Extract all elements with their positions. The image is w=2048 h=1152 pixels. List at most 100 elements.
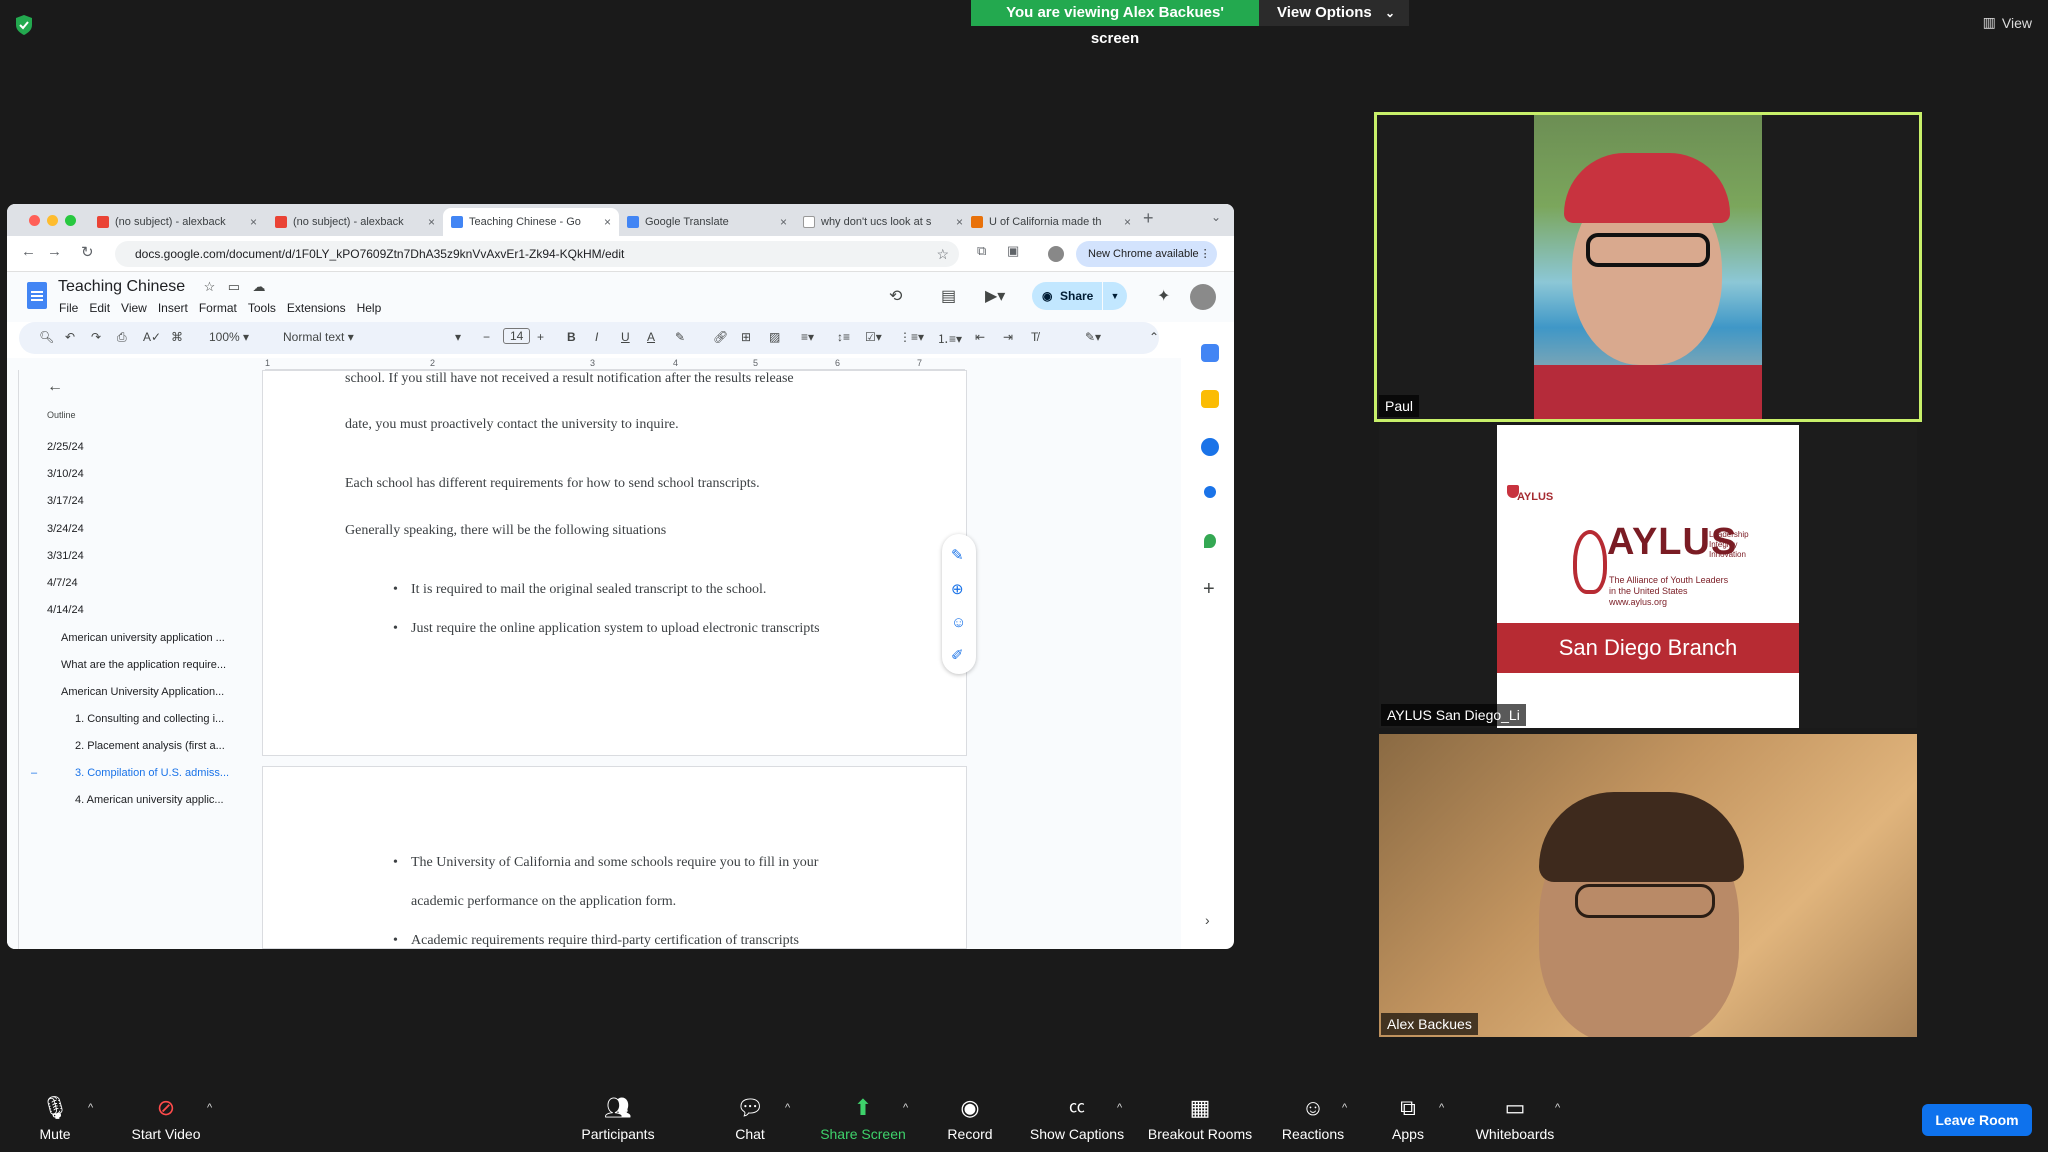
increase-indent-icon[interactable]: ⇥ xyxy=(1003,330,1013,344)
view-options-button[interactable]: View Options ⌄ xyxy=(1259,0,1409,26)
line-spacing-icon[interactable]: ↕≡ xyxy=(837,330,850,344)
version-history-icon[interactable]: ⟲ xyxy=(889,286,902,306)
italic-icon[interactable]: I xyxy=(595,330,598,344)
outline-item[interactable]: 3/10/24 xyxy=(47,468,84,480)
decrease-font-size-icon[interactable]: − xyxy=(483,330,490,344)
contacts-icon[interactable] xyxy=(1204,486,1216,498)
share-dropdown-icon[interactable]: ▼ xyxy=(1103,282,1127,310)
outline-item[interactable]: American university application ... xyxy=(61,632,247,644)
back-arrow-icon[interactable]: ← xyxy=(21,243,36,260)
increase-font-size-icon[interactable]: + xyxy=(537,330,544,344)
participants-button[interactable]: 👥︎ 3 Participants xyxy=(563,1094,673,1142)
style-select[interactable]: Normal text ▾ xyxy=(283,330,354,344)
decrease-indent-icon[interactable]: ⇤ xyxy=(975,330,985,344)
suggest-edits-icon[interactable]: ✐ xyxy=(951,646,964,664)
keep-icon[interactable] xyxy=(1201,390,1219,408)
reactions-button[interactable]: ☺ Reactions xyxy=(1258,1094,1368,1142)
menu-tools[interactable]: Tools xyxy=(248,301,276,315)
spellcheck-icon[interactable]: A✓ xyxy=(143,330,161,344)
menu-edit[interactable]: Edit xyxy=(89,301,110,315)
google-docs-logo-icon[interactable] xyxy=(27,282,47,309)
reactions-options-caret-icon[interactable]: ^ xyxy=(1342,1102,1347,1114)
gemini-sparkle-icon[interactable]: ✦ xyxy=(1157,286,1170,306)
add-comment-icon[interactable]: ⊞ xyxy=(741,330,751,344)
new-chrome-available-button[interactable]: New Chrome available ⋮ xyxy=(1076,241,1217,267)
forward-arrow-icon[interactable]: → xyxy=(47,243,62,260)
participant-tile-paul[interactable]: Paul xyxy=(1374,112,1922,422)
share-screen-button[interactable]: ⬆ Share Screen xyxy=(808,1094,918,1142)
outline-item[interactable]: 4. American university applic... xyxy=(75,794,247,806)
menu-insert[interactable]: Insert xyxy=(158,301,188,315)
meet-icon[interactable]: ▶▾ xyxy=(985,286,1005,306)
browser-tab[interactable]: U of California made th × xyxy=(963,208,1139,236)
close-tab-icon[interactable]: × xyxy=(604,208,611,236)
zoom-select[interactable]: 100% ▾ xyxy=(209,330,249,344)
document-page[interactable]: The University of California and some sc… xyxy=(262,766,967,949)
redo-icon[interactable]: ↷ xyxy=(91,330,101,344)
font-size-input[interactable]: 14 xyxy=(503,328,531,344)
profile-avatar[interactable] xyxy=(1048,246,1064,262)
maps-icon[interactable] xyxy=(1204,534,1216,548)
chat-options-caret-icon[interactable]: ^ xyxy=(785,1102,790,1114)
outline-item[interactable]: 3/31/24 xyxy=(47,550,84,562)
browser-tab-active[interactable]: Teaching Chinese - Go × xyxy=(443,208,619,236)
side-panel-icon[interactable]: ▣ xyxy=(1007,243,1019,259)
close-tab-icon[interactable]: × xyxy=(250,208,257,236)
leave-room-button[interactable]: Leave Room xyxy=(1922,1104,2032,1136)
hide-menus-icon[interactable]: ⌃ xyxy=(1149,330,1159,344)
outline-item[interactable]: American University Application... xyxy=(61,686,247,698)
start-video-button[interactable]: ⊘ Start Video xyxy=(111,1094,221,1142)
back-arrow-icon[interactable]: ← xyxy=(47,378,63,396)
text-color-icon[interactable]: A xyxy=(647,330,655,344)
share-options-caret-icon[interactable]: ^ xyxy=(903,1102,908,1114)
browser-tab[interactable]: why don't ucs look at s × xyxy=(795,208,971,236)
underline-icon[interactable]: U xyxy=(621,330,630,344)
reload-icon[interactable]: ↻ xyxy=(81,243,94,261)
menu-help[interactable]: Help xyxy=(357,301,382,315)
search-menus-icon[interactable]: 🔍︎ xyxy=(39,330,54,344)
outline-item[interactable]: 3/24/24 xyxy=(47,523,84,535)
outline-item[interactable]: 2. Placement analysis (first a... xyxy=(75,740,247,752)
horizontal-ruler[interactable]: 1 2 3 4 5 6 7 xyxy=(265,358,965,370)
comments-icon[interactable]: ▤ xyxy=(941,286,956,306)
participant-tile-aylus[interactable]: AYLUS AYLUS Leadership Integrity Innovat… xyxy=(1379,425,1917,728)
checklist-icon[interactable]: ☑▾ xyxy=(865,330,882,344)
outline-item[interactable]: What are the application require... xyxy=(61,659,247,671)
participant-tile-alex[interactable]: Alex Backues xyxy=(1379,734,1917,1037)
calendar-icon[interactable] xyxy=(1201,344,1219,362)
new-tab-icon[interactable]: + xyxy=(1143,208,1154,229)
outline-item[interactable]: 4/14/24 xyxy=(47,604,84,616)
numbered-list-icon[interactable]: ⒈≡▾ xyxy=(937,330,962,347)
menu-extensions[interactable]: Extensions xyxy=(287,301,346,315)
star-icon[interactable]: ☆ xyxy=(204,279,216,294)
edit-pencil-icon[interactable]: ✎ xyxy=(951,546,964,564)
document-title[interactable]: Teaching Chinese ☆ ▭ ☁ xyxy=(58,278,266,296)
align-icon[interactable]: ≡▾ xyxy=(801,330,814,344)
minimize-window-icon[interactable] xyxy=(47,215,58,226)
whiteboards-options-caret-icon[interactable]: ^ xyxy=(1555,1102,1560,1114)
document-page[interactable]: school. If you still have not received a… xyxy=(262,370,967,756)
apps-options-caret-icon[interactable]: ^ xyxy=(1439,1102,1444,1114)
maximize-window-icon[interactable] xyxy=(65,215,76,226)
browser-tab[interactable]: (no subject) - alexback × xyxy=(89,208,265,236)
video-options-caret-icon[interactable]: ^ xyxy=(207,1102,212,1114)
audio-options-caret-icon[interactable]: ^ xyxy=(88,1102,93,1114)
mute-button[interactable]: 🎙︎ Mute xyxy=(0,1094,110,1142)
paint-format-icon[interactable]: ⌘ xyxy=(171,330,183,344)
view-button[interactable]: ▥ View xyxy=(1983,14,2032,31)
browser-tab[interactable]: (no subject) - alexback × xyxy=(267,208,443,236)
cloud-saved-icon[interactable]: ☁ xyxy=(253,279,266,294)
shared-screen[interactable]: (no subject) - alexback × (no subject) -… xyxy=(7,204,1234,949)
insert-image-icon[interactable]: ▨ xyxy=(769,330,780,344)
address-bar[interactable]: docs.google.com/document/d/1F0LY_kPO7609… xyxy=(115,241,959,267)
share-button[interactable]: ◉ Share xyxy=(1032,282,1102,310)
breakout-rooms-button[interactable]: ▦ Breakout Rooms xyxy=(1140,1094,1260,1142)
font-select-dropdown-icon[interactable]: ▾ xyxy=(455,330,461,344)
menu-view[interactable]: View xyxy=(121,301,147,315)
print-icon[interactable]: ⎙ xyxy=(117,330,127,345)
tab-search-icon[interactable]: ⌄ xyxy=(1211,210,1221,224)
menu-format[interactable]: Format xyxy=(199,301,237,315)
insert-link-icon[interactable]: 🔗︎ xyxy=(713,330,728,344)
extensions-icon[interactable]: ⧉ xyxy=(977,243,986,259)
bulleted-list-icon[interactable]: ⋮≡▾ xyxy=(899,330,924,344)
